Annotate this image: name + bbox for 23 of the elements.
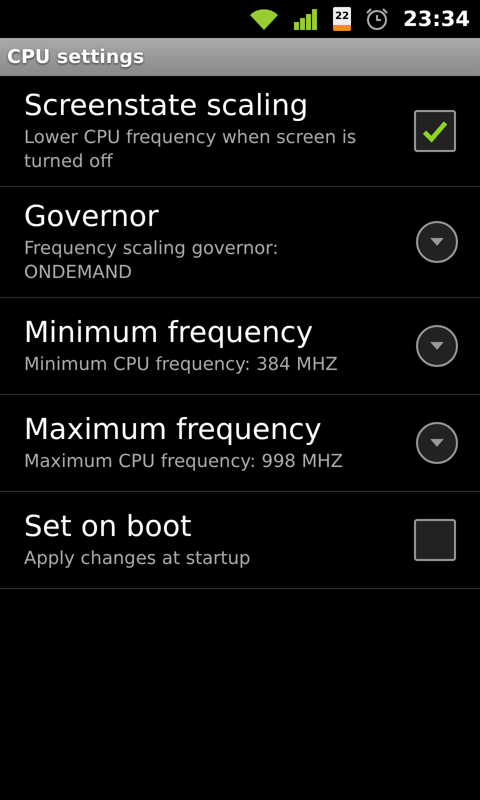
setting-item[interactable]: Governor Frequency scaling governor: ONDEMAND [0, 187, 480, 298]
screen-title: CPU settings [7, 46, 144, 68]
setting-item[interactable]: Set on boot Apply changes at startup [0, 492, 480, 589]
setting-title: Screenstate scaling [24, 88, 310, 122]
setting-summary: Maximum CPU frequency: 998 MHZ [24, 450, 344, 474]
checkbox[interactable] [414, 110, 456, 152]
setting-title: Minimum frequency [24, 315, 314, 349]
setting-summary: Frequency scaling governor: ONDEMAND [24, 237, 280, 285]
battery-icon: 22 [333, 7, 352, 31]
setting-title: Set on boot [24, 509, 192, 543]
setting-summary: Apply changes at startup [24, 547, 252, 571]
setting-summary: Lower CPU frequency when screen is turned off [24, 126, 358, 174]
wifi-icon [249, 7, 280, 31]
clock-time: 23:34 [403, 7, 470, 31]
setting-item[interactable]: Minimum frequency Minimum CPU frequency: 384 MHZ [0, 298, 480, 395]
setting-item[interactable]: Maximum frequency Maximum CPU frequency: 998 MHZ [0, 395, 480, 492]
setting-title: Maximum frequency [24, 412, 323, 446]
setting-item[interactable]: Screenstate scaling Lower CPU frequency when screen is turned off [0, 76, 480, 187]
alarm-clock-icon [365, 7, 390, 31]
signal-icon [293, 8, 320, 30]
setting-summary: Minimum CPU frequency: 384 MHZ [24, 353, 339, 377]
checkbox[interactable] [414, 519, 456, 561]
setting-title: Governor [24, 199, 160, 233]
